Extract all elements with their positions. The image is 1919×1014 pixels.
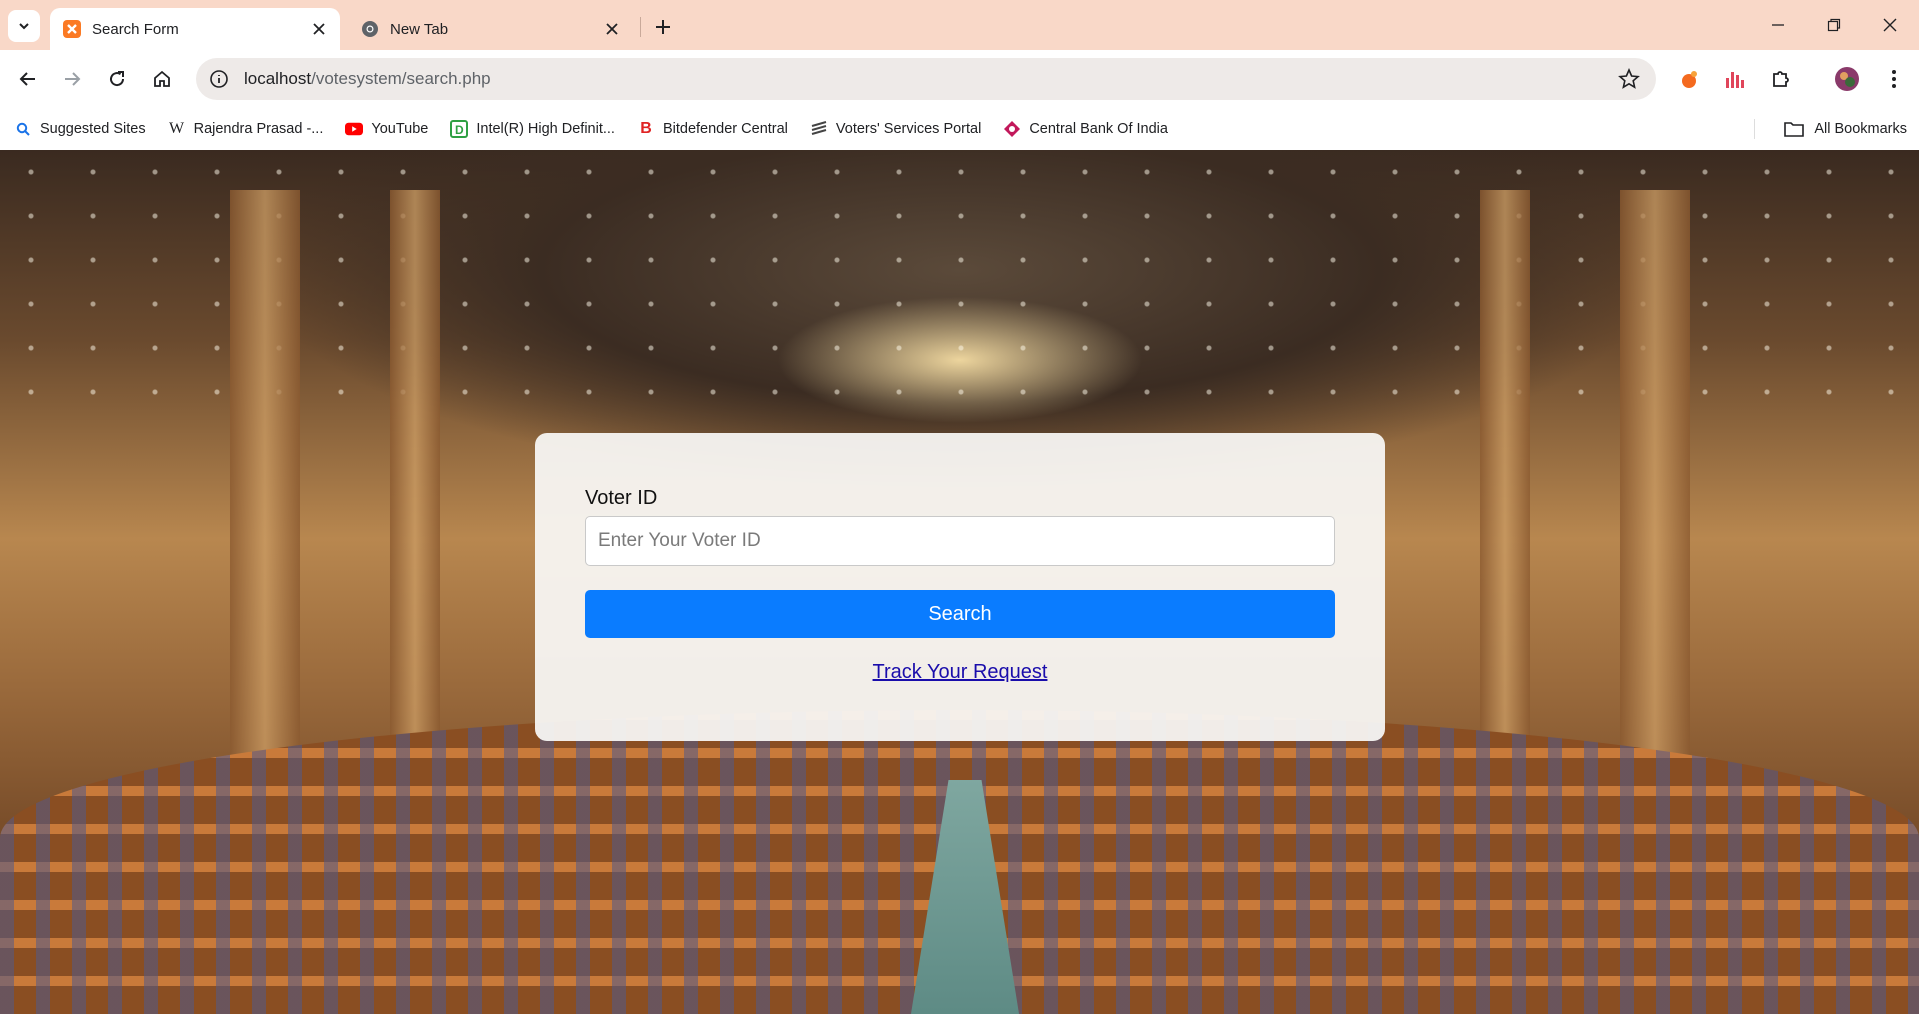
voters-portal-icon: [810, 120, 828, 138]
close-icon[interactable]: [310, 20, 328, 38]
all-bookmarks-button[interactable]: All Bookmarks: [1784, 108, 1907, 150]
bookmark-label: Intel(R) High Definit...: [476, 121, 615, 137]
bookmark-label: Bitdefender Central: [662, 121, 788, 137]
chrome-icon: [360, 19, 380, 39]
avatar: [1835, 67, 1859, 91]
tab-search-form[interactable]: Search Form: [50, 8, 340, 50]
extension-chart-button[interactable]: [1719, 63, 1751, 95]
back-button[interactable]: [12, 63, 44, 95]
voter-id-label: Voter ID: [585, 487, 658, 509]
star-icon[interactable]: [1618, 67, 1640, 90]
search-icon: [14, 120, 32, 138]
svg-text:D: D: [455, 123, 464, 137]
folder-icon: [1784, 121, 1805, 137]
menu-button[interactable]: [1878, 63, 1910, 95]
extension-brave-button[interactable]: [1674, 63, 1706, 95]
extensions-button[interactable]: [1765, 63, 1797, 95]
bookmark-central-bank[interactable]: Central Bank Of India: [1003, 120, 1168, 138]
bookmark-label: YouTube: [371, 121, 429, 137]
page-background: Voter ID Search Track Your Request: [0, 150, 1919, 1014]
close-icon: [1883, 18, 1897, 32]
bookmark-label: Rajendra Prasad -...: [193, 121, 324, 137]
voter-id-input[interactable]: [585, 516, 1335, 566]
bookmark-rajendra-prasad[interactable]: W Rajendra Prasad -...: [168, 120, 324, 138]
url-host: localhost: [244, 69, 312, 88]
home-icon: [154, 70, 170, 87]
bookmark-bitdefender[interactable]: B Bitdefender Central: [637, 120, 788, 138]
extension-flame-icon: [1682, 71, 1697, 88]
bookmark-separator: [1754, 119, 1755, 139]
track-request-link[interactable]: Track Your Request: [535, 661, 1385, 684]
arrow-right-icon: [65, 72, 81, 86]
bookmarks-bar: Suggested Sites W Rajendra Prasad -... Y…: [0, 108, 1919, 150]
address-bar[interactable]: localhost/votesystem/search.php: [196, 58, 1656, 100]
bar-chart-icon: [1726, 72, 1744, 88]
bookmark-label: Central Bank Of India: [1029, 121, 1168, 137]
chevron-down-icon: [19, 23, 29, 30]
minimize-button[interactable]: [1758, 10, 1798, 40]
bookmark-youtube[interactable]: YouTube: [345, 120, 428, 138]
tab-search-button[interactable]: [8, 10, 40, 42]
new-tab-button[interactable]: [650, 14, 676, 40]
wikipedia-icon: W: [169, 120, 185, 137]
reload-icon: [110, 71, 125, 87]
youtube-icon: [345, 120, 364, 138]
all-bookmarks-label: All Bookmarks: [1814, 121, 1907, 137]
bookmark-voters-portal[interactable]: Voters' Services Portal: [810, 120, 981, 138]
restore-button[interactable]: [1814, 10, 1854, 40]
url-text[interactable]: localhost/votesystem/search.php: [244, 69, 491, 89]
bank-icon: [1003, 120, 1021, 138]
more-vertical-icon: [1892, 70, 1896, 88]
minimize-icon: [1772, 24, 1784, 26]
intel-icon: D: [450, 120, 469, 138]
forward-button[interactable]: [56, 63, 88, 95]
tab-strip: Search Form New Tab: [0, 0, 1919, 50]
profile-button[interactable]: [1831, 63, 1863, 95]
bookmark-label: Voters' Services Portal: [835, 121, 982, 137]
bookmark-label: Suggested Sites: [40, 121, 146, 137]
reload-button[interactable]: [101, 63, 133, 95]
puzzle-icon: [1773, 71, 1789, 87]
bookmark-intel[interactable]: D Intel(R) High Definit...: [450, 120, 615, 138]
home-button[interactable]: [146, 63, 178, 95]
bitdefender-icon: B: [640, 120, 652, 137]
site-info-icon[interactable]: [204, 64, 234, 94]
tab-title: New Tab: [390, 20, 449, 38]
close-window-button[interactable]: [1870, 10, 1910, 40]
arrow-left-icon: [19, 72, 35, 86]
search-button[interactable]: Search: [585, 590, 1335, 638]
restore-icon: [1827, 18, 1841, 32]
close-icon[interactable]: [603, 20, 621, 38]
tab-title: Search Form: [92, 20, 179, 38]
plus-icon: [656, 20, 670, 34]
browser-toolbar: localhost/votesystem/search.php: [0, 50, 1919, 108]
tab-new-tab[interactable]: New Tab: [348, 8, 633, 50]
url-path: /votesystem/search.php: [311, 69, 491, 88]
xampp-icon: [62, 19, 82, 39]
bookmark-suggested-sites[interactable]: Suggested Sites: [14, 120, 146, 138]
search-form-card: Voter ID Search Track Your Request: [535, 433, 1385, 741]
tab-separator: [640, 17, 641, 37]
